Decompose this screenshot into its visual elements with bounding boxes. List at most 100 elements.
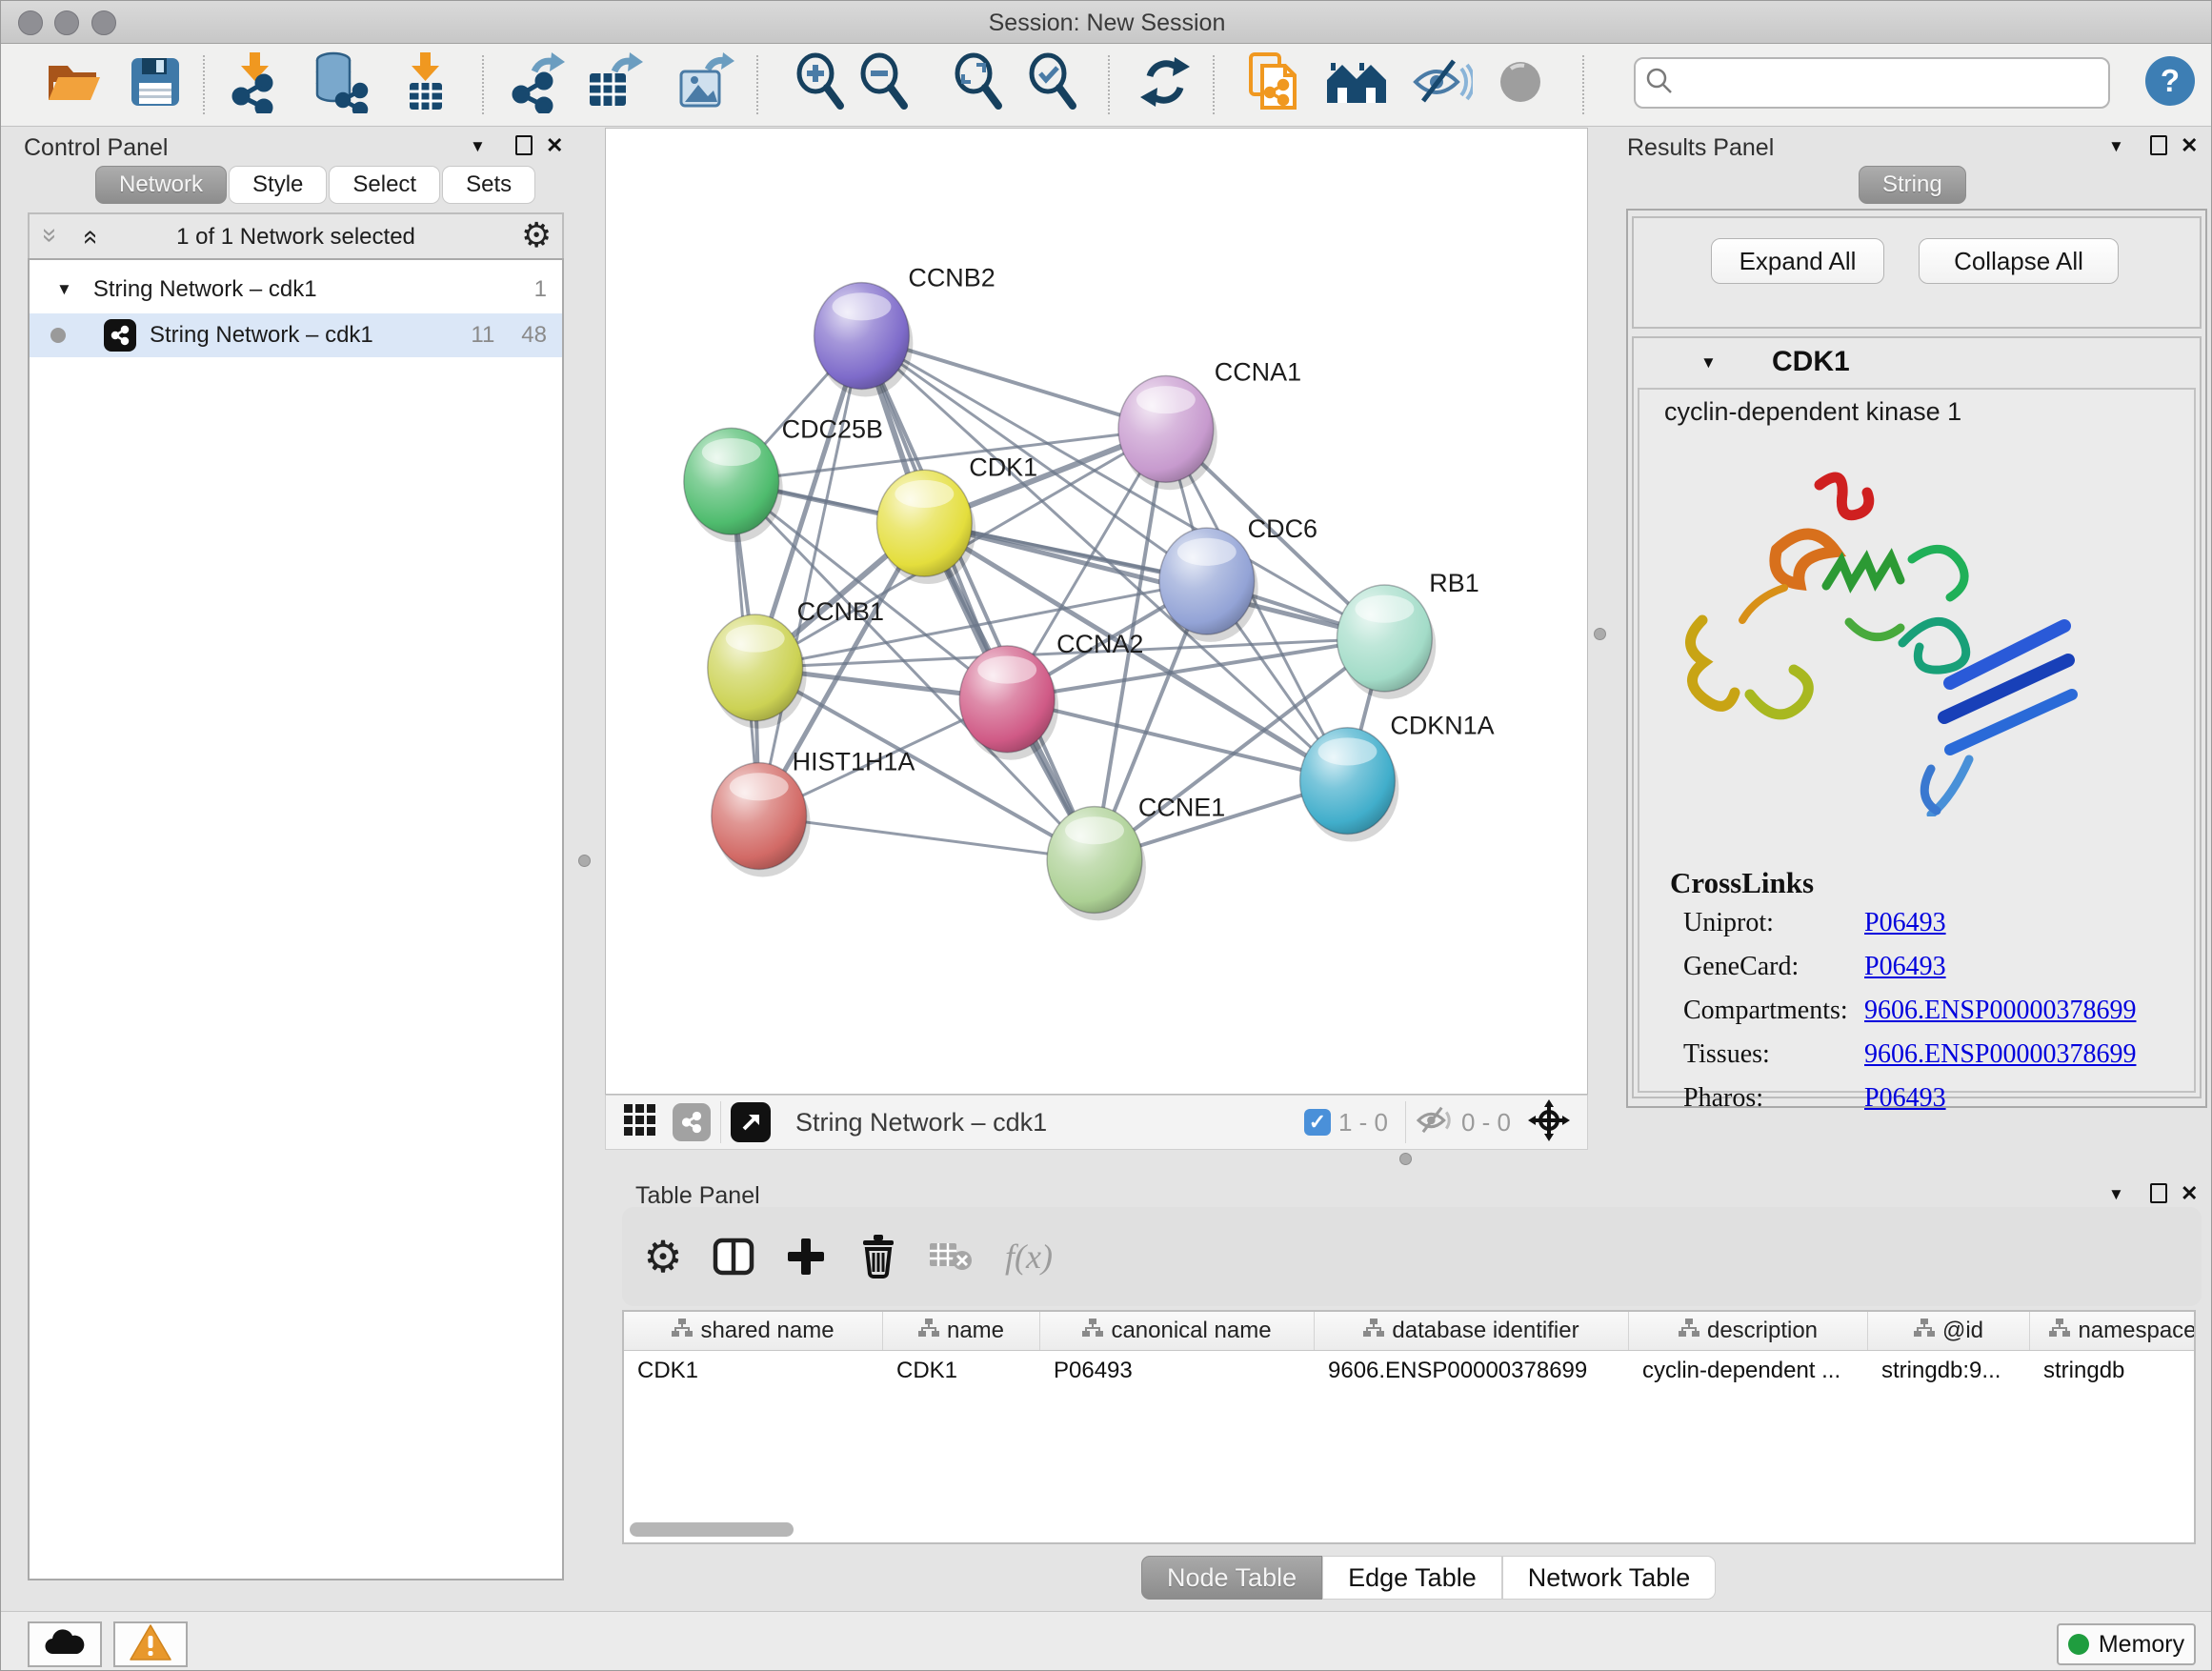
crosslink-link[interactable]: 9606.ENSP00000378699 bbox=[1864, 1039, 2136, 1069]
results-panel-collapse-icon[interactable]: ▼ bbox=[2108, 137, 2124, 156]
tab-style[interactable]: Style bbox=[229, 166, 327, 204]
network-node-CCNA1[interactable] bbox=[1118, 375, 1217, 490]
first-neighbors-button[interactable] bbox=[1320, 48, 1393, 120]
tab-network[interactable]: Network bbox=[95, 166, 227, 204]
tab-string[interactable]: String bbox=[1859, 166, 1966, 204]
column-header-shared-name[interactable]: shared name bbox=[624, 1312, 883, 1350]
network-edge[interactable] bbox=[861, 336, 1095, 860]
column-header-namespace[interactable]: namespace bbox=[2030, 1312, 2196, 1350]
export-image-button[interactable] bbox=[668, 48, 740, 120]
network-node-CDC25B[interactable] bbox=[684, 428, 783, 542]
hide-selected-button[interactable] bbox=[1406, 48, 1478, 120]
column-type-icon bbox=[1914, 1318, 1935, 1344]
import-network-from-database-button[interactable] bbox=[302, 48, 374, 120]
tree-expander-icon[interactable]: ▼ bbox=[56, 280, 72, 299]
crosslink-label: GeneCard: bbox=[1683, 952, 1864, 982]
zoom-out-button[interactable] bbox=[849, 48, 921, 120]
results-panel-close-icon[interactable]: ✕ bbox=[2181, 135, 2198, 156]
table-cell: cyclin-dependent ... bbox=[1629, 1358, 1868, 1384]
open-in-new-icon[interactable] bbox=[731, 1102, 771, 1142]
crosslink-link[interactable]: 9606.ENSP00000378699 bbox=[1864, 996, 2136, 1025]
warning-icon bbox=[130, 1623, 171, 1666]
network-node-CCNE1[interactable] bbox=[1047, 807, 1146, 921]
selected-nodes-checkbox[interactable]: ✓ bbox=[1304, 1109, 1331, 1136]
column-header-@id[interactable]: @id bbox=[1868, 1312, 2030, 1350]
left-splitter-handle[interactable] bbox=[578, 855, 591, 867]
network-canvas[interactable]: CCNB2CCNA1CDC25BCDK1CDC6RB1CCNB1CCNA2CDK… bbox=[605, 128, 1588, 1095]
gene-collapse-icon[interactable]: ▼ bbox=[1700, 353, 1717, 372]
control-panel-title: Control Panel bbox=[24, 134, 168, 162]
tree-options-gear-icon[interactable]: ⚙ bbox=[521, 215, 552, 255]
clone-network-button[interactable] bbox=[1237, 48, 1309, 120]
export-table-button[interactable] bbox=[576, 48, 649, 120]
export-network-button[interactable] bbox=[500, 48, 573, 120]
network-collection-row[interactable]: ▼ String Network – cdk1 1 bbox=[30, 268, 562, 312]
expand-all-button[interactable]: Expand All bbox=[1711, 238, 1884, 284]
node-table[interactable]: shared name name canonical namedatabase id… bbox=[622, 1310, 2196, 1544]
create-column-icon[interactable] bbox=[773, 1207, 839, 1306]
cloud-button[interactable] bbox=[28, 1621, 102, 1667]
collapse-all-button[interactable]: Collapse All bbox=[1919, 238, 2119, 284]
search-input[interactable] bbox=[1683, 63, 2108, 103]
help-button[interactable]: ? bbox=[2145, 56, 2195, 106]
memory-button[interactable]: Memory bbox=[2057, 1623, 2196, 1665]
network-node-CCNA2[interactable] bbox=[959, 646, 1058, 760]
toolbar-divider bbox=[1108, 55, 1110, 114]
right-splitter-handle[interactable] bbox=[1594, 628, 1606, 640]
column-label: name bbox=[947, 1318, 1004, 1344]
show-columns-icon[interactable] bbox=[700, 1207, 767, 1306]
network-node-CDK1[interactable] bbox=[876, 470, 975, 584]
delete-column-trash-icon[interactable] bbox=[845, 1207, 912, 1306]
network-node-CCNB2[interactable] bbox=[814, 283, 914, 397]
network-edge[interactable] bbox=[759, 336, 862, 816]
grid-view-icon[interactable] bbox=[623, 1103, 657, 1142]
tab-node-table[interactable]: Node Table bbox=[1141, 1556, 1322, 1600]
birds-eye-view-icon[interactable] bbox=[1528, 1099, 1570, 1146]
table-panel-collapse-icon[interactable]: ▼ bbox=[2108, 1185, 2124, 1204]
control-panel-float-icon[interactable] bbox=[515, 135, 533, 155]
warning-button[interactable] bbox=[113, 1621, 188, 1667]
import-table-button[interactable] bbox=[389, 48, 461, 120]
table-options-gear-icon[interactable]: ⚙ bbox=[630, 1207, 696, 1306]
tab-edge-table[interactable]: Edge Table bbox=[1322, 1556, 1502, 1600]
column-header-name[interactable]: name bbox=[883, 1312, 1040, 1350]
network-node-CCNB1[interactable] bbox=[708, 614, 807, 729]
table-row[interactable]: CDK1CDK1P064939606.ENSP00000378699cyclin… bbox=[624, 1351, 2194, 1391]
network-node-CDC6[interactable] bbox=[1159, 528, 1258, 642]
refresh-layout-button[interactable] bbox=[1129, 48, 1201, 120]
tab-sets[interactable]: Sets bbox=[442, 166, 535, 204]
tab-network-table[interactable]: Network Table bbox=[1502, 1556, 1717, 1600]
hidden-eye-slash-icon[interactable] bbox=[1416, 1104, 1454, 1141]
column-header-database-identifier[interactable]: database identifier bbox=[1315, 1312, 1629, 1350]
tab-select[interactable]: Select bbox=[329, 166, 440, 204]
column-type-icon bbox=[1082, 1318, 1103, 1344]
string-tab-icon[interactable] bbox=[673, 1103, 711, 1141]
results-panel-float-icon[interactable] bbox=[2150, 135, 2167, 155]
zoom-in-button[interactable] bbox=[785, 48, 857, 120]
open-session-button[interactable] bbox=[36, 48, 109, 120]
crosslink-link[interactable]: P06493 bbox=[1864, 1083, 1946, 1113]
bottom-splitter-handle[interactable] bbox=[1399, 1153, 1412, 1165]
network-node-HIST1H1A[interactable] bbox=[712, 763, 811, 877]
crosslink-link[interactable]: P06493 bbox=[1864, 952, 1946, 981]
table-horizontal-scrollbar[interactable] bbox=[630, 1522, 794, 1537]
zoom-fit-button[interactable] bbox=[943, 48, 1016, 120]
show-all-button[interactable] bbox=[1484, 48, 1557, 120]
zoom-selected-button[interactable] bbox=[1017, 48, 1090, 120]
column-header-canonical-name[interactable]: canonical name bbox=[1040, 1312, 1315, 1350]
crosslink-label: Tissues: bbox=[1683, 1039, 1864, 1070]
crosslink-link[interactable]: P06493 bbox=[1864, 908, 1946, 937]
import-network-button[interactable] bbox=[218, 48, 291, 120]
network-node-CDKN1A[interactable] bbox=[1300, 728, 1399, 842]
table-body: CDK1CDK1P064939606.ENSP00000378699cyclin… bbox=[624, 1351, 2194, 1391]
save-session-button[interactable] bbox=[119, 48, 191, 120]
network-node-RB1[interactable] bbox=[1337, 585, 1437, 699]
memory-status-dot bbox=[2068, 1634, 2089, 1655]
column-header-description[interactable]: description bbox=[1629, 1312, 1868, 1350]
table-panel-close-icon[interactable]: ✕ bbox=[2181, 1183, 2198, 1204]
control-panel-close-icon[interactable]: ✕ bbox=[546, 135, 563, 156]
network-row[interactable]: String Network – cdk1 11 48 bbox=[30, 313, 562, 357]
table-panel-float-icon[interactable] bbox=[2150, 1183, 2167, 1203]
toolbar-divider bbox=[756, 55, 758, 114]
control-panel-collapse-icon[interactable]: ▼ bbox=[470, 137, 486, 156]
